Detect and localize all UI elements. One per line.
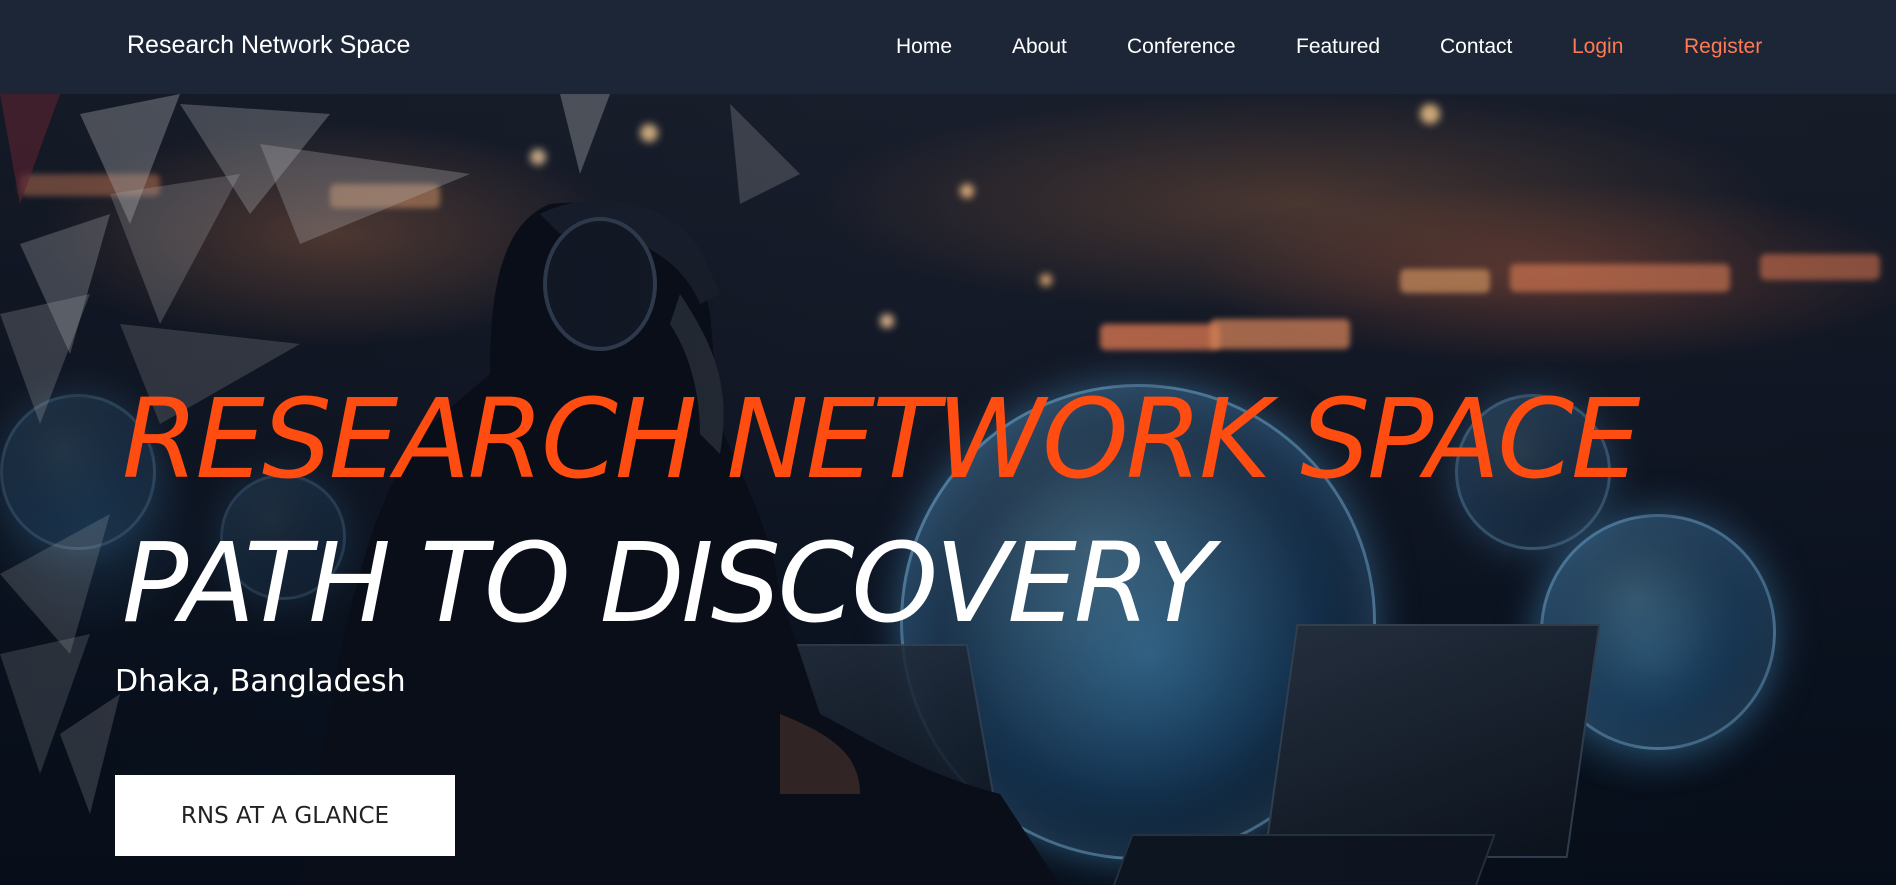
top-navbar: Research Network Space Home About Confer…	[0, 0, 1896, 94]
nav-register-link[interactable]: Register	[1684, 35, 1762, 59]
hero-section: RESEARCH NETWORK SPACE PATH TO DISCOVERY…	[0, 94, 1896, 885]
rns-at-a-glance-button[interactable]: RNS AT A GLANCE	[115, 775, 455, 856]
hero-title-primary: RESEARCH NETWORK SPACE	[122, 375, 1641, 503]
hero-title-secondary: PATH TO DISCOVERY	[122, 519, 1214, 647]
nav-featured-link[interactable]: Featured	[1296, 35, 1380, 59]
nav-home-link[interactable]: Home	[896, 35, 952, 59]
nav-login-link[interactable]: Login	[1572, 35, 1623, 59]
main-nav: Home About Conference Featured Contact L…	[0, 0, 1896, 94]
hero-location-text: Dhaka, Bangladesh	[115, 664, 406, 699]
nav-contact-link[interactable]: Contact	[1440, 35, 1512, 59]
nav-about-link[interactable]: About	[1012, 35, 1067, 59]
nav-conference-link[interactable]: Conference	[1127, 35, 1236, 59]
